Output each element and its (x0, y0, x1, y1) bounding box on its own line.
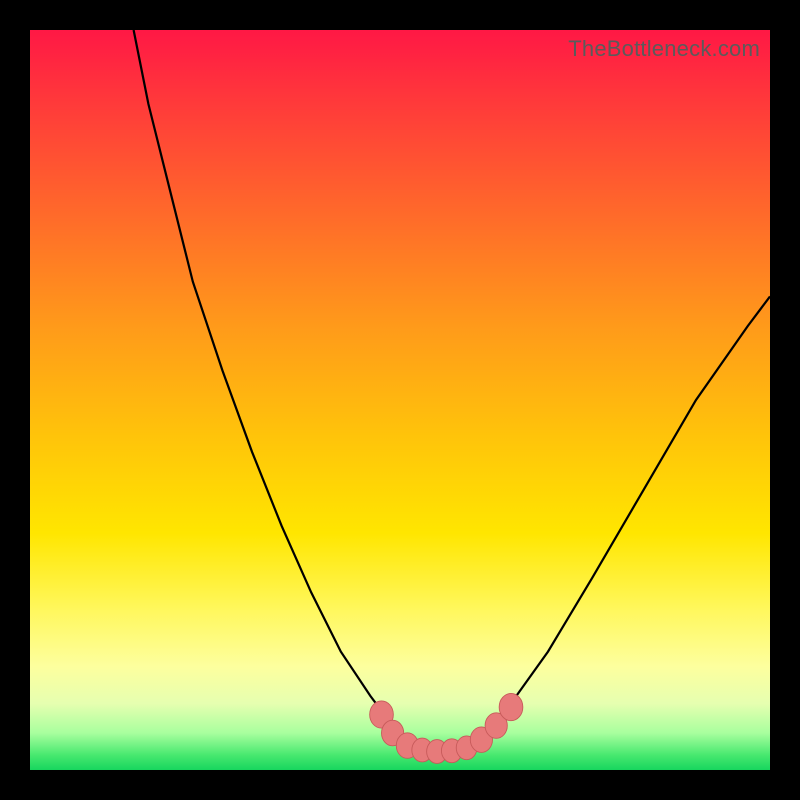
chart-frame: TheBottleneck.com (0, 0, 800, 800)
plot-area: TheBottleneck.com (30, 30, 770, 770)
marker-group (370, 693, 523, 763)
curve-marker (499, 693, 523, 720)
bottleneck-curve-path (134, 30, 770, 752)
curve-svg (30, 30, 770, 770)
